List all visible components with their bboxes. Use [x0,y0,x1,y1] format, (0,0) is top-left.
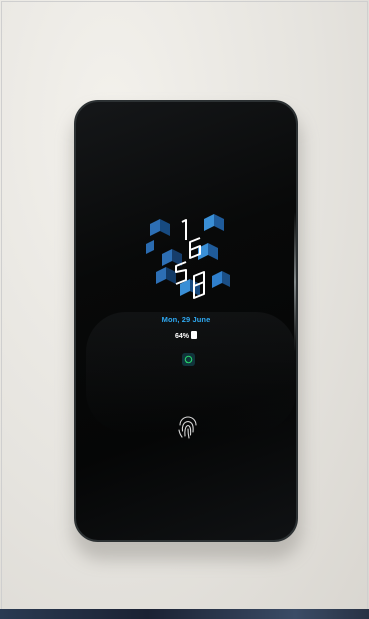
lock-screen-date: Mon, 29 June [161,315,211,324]
whatsapp-glyph [184,355,193,364]
clock-cubes [146,214,230,296]
battery-status: 64% [76,331,296,340]
fingerprint-icon[interactable] [176,415,200,441]
screen-reflection [86,312,296,432]
battery-icon [191,331,197,339]
battery-percentage: 64% [174,333,189,340]
clock-digit-1 [181,219,187,240]
table-edge-strip [0,609,369,619]
always-on-clock [146,214,230,299]
whatsapp-icon[interactable] [182,353,195,366]
phone-device: Mon, 29 June 64% [74,100,298,542]
